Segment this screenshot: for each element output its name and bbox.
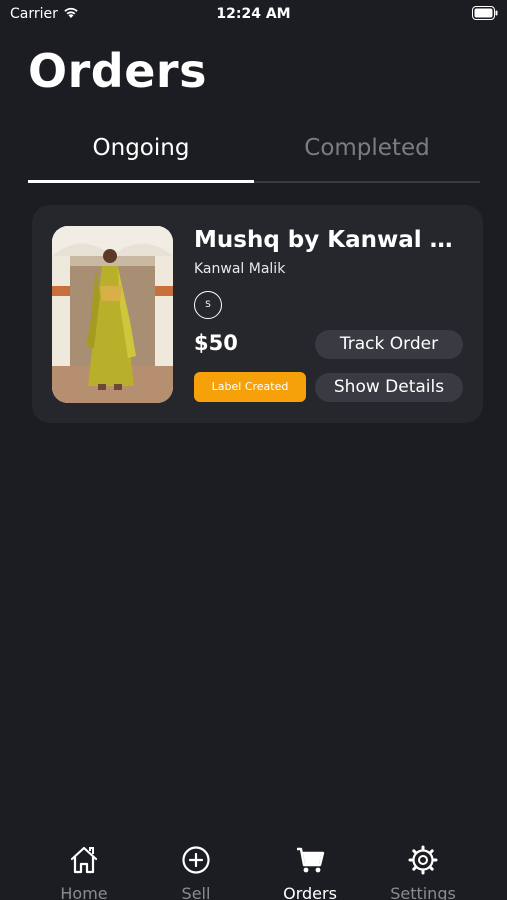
track-order-button[interactable]: Track Order <box>315 330 463 359</box>
tab-completed[interactable]: Completed <box>254 128 480 180</box>
cart-icon <box>297 847 325 873</box>
price: $50 <box>194 331 238 355</box>
size-badge: S <box>194 291 222 319</box>
show-details-button[interactable]: Show Details <box>315 373 463 402</box>
clock: 12:24 AM <box>216 6 291 22</box>
nav-label-settings: Settings <box>390 884 456 900</box>
nav-label-orders: Orders <box>283 884 337 900</box>
order-card[interactable]: Mushq by Kanwal M... Kanwal Malik S $50 … <box>32 205 483 423</box>
home-icon <box>70 846 98 874</box>
nav-item-settings[interactable]: Settings <box>360 836 486 900</box>
tab-ongoing[interactable]: Ongoing <box>28 128 254 180</box>
tab-active-indicator <box>28 180 254 183</box>
gear-icon <box>408 845 438 875</box>
battery-icon <box>472 6 498 20</box>
nav-item-orders[interactable]: Orders <box>247 836 373 900</box>
nav-item-home[interactable]: Home <box>21 836 147 900</box>
order-tabs: Ongoing Completed <box>28 128 480 184</box>
page-title: Orders <box>28 44 207 98</box>
seller-name: Kanwal Malik <box>194 261 286 277</box>
plus-circle-icon <box>182 846 210 874</box>
product-image[interactable] <box>52 226 173 403</box>
orders-screen: Carrier 12:24 AM Orders Ongoing Complete… <box>0 0 507 900</box>
status-badge: Label Created <box>194 372 306 402</box>
product-name: Mushq by Kanwal M... <box>194 227 469 253</box>
nav-label-home: Home <box>60 884 108 900</box>
nav-label-sell: Sell <box>181 884 211 900</box>
bottom-tab-bar: Home Sell Orders Settings <box>0 836 507 900</box>
nav-item-sell[interactable]: Sell <box>133 836 259 900</box>
status-bar: Carrier 12:24 AM <box>0 0 507 30</box>
